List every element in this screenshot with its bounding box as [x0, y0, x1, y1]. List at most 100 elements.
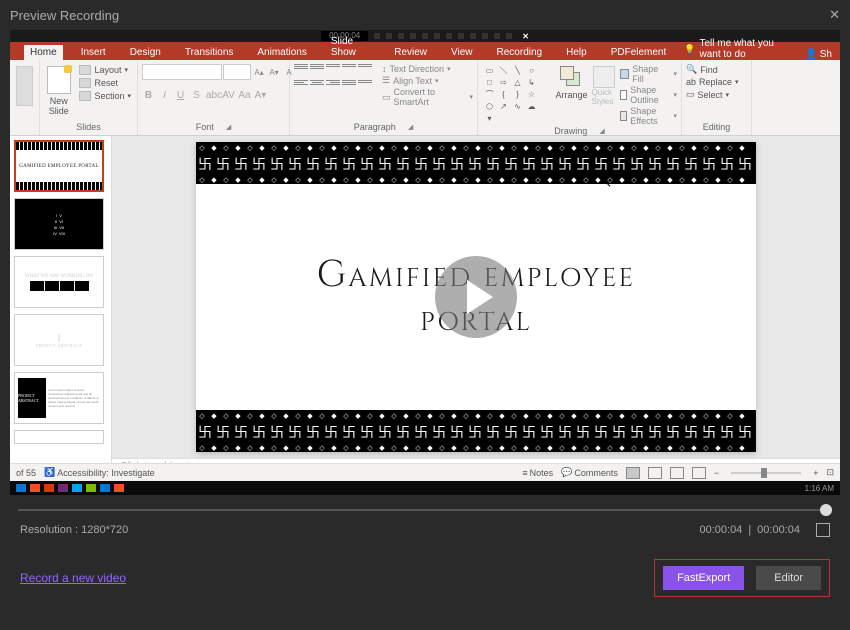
comments-button[interactable]: 💬Comments — [561, 467, 618, 478]
normal-view-icon[interactable] — [626, 467, 640, 479]
text-direction-button[interactable]: ↕Text Direction▾ — [382, 64, 473, 74]
tab-review[interactable]: Review — [388, 45, 433, 60]
shape-free-icon[interactable]: ∿ — [511, 101, 524, 112]
justify-button[interactable] — [342, 80, 356, 92]
taskbar-app-icon[interactable] — [72, 484, 82, 492]
tab-view[interactable]: View — [445, 45, 479, 60]
align-text-button[interactable]: ☰Align Text▾ — [382, 75, 473, 86]
numbering-button[interactable] — [310, 64, 324, 76]
taskbar-app-icon[interactable] — [44, 484, 54, 492]
tab-transitions[interactable]: Transitions — [179, 45, 240, 60]
thumbnail-6[interactable] — [14, 430, 104, 444]
shapes-gallery[interactable]: ▭ ＼ ╲ ○ □ ⇨ △ ↳ ⌒ { } ☆ ⬡ ↗ ∿ — [482, 64, 552, 125]
thumbnail-2[interactable]: IV IIVI IIIVII IVVIII — [14, 198, 104, 250]
thumbnail-4[interactable]: I PROJECT ABSTRACT — [14, 314, 104, 366]
reading-view-icon[interactable] — [670, 467, 684, 479]
accessibility-button[interactable]: ♿ Accessibility: Investigate — [44, 467, 155, 478]
char-spacing-button[interactable]: AV — [222, 90, 235, 101]
paste-icon[interactable] — [16, 66, 33, 106]
sorter-view-icon[interactable] — [648, 467, 662, 479]
shape-square-icon[interactable]: □ — [483, 77, 496, 88]
thumbnail-1[interactable]: GAMIFIED EMPLOYEE PORTAL — [14, 140, 104, 192]
shape-hexagon-icon[interactable]: ⬡ — [483, 101, 496, 112]
timeline-handle[interactable] — [820, 504, 832, 516]
shape-outline-button[interactable]: Shape Outline▾ — [620, 85, 677, 105]
editor-button[interactable]: Editor — [756, 566, 821, 590]
taskbar-app-icon[interactable] — [58, 484, 68, 492]
decrease-indent-button[interactable] — [326, 64, 340, 76]
paragraph-launcher-icon[interactable]: ◢ — [408, 123, 413, 131]
strikethrough-button[interactable]: S — [190, 90, 203, 101]
tab-home[interactable]: Home — [24, 45, 63, 60]
close-icon[interactable]: ✕ — [829, 7, 840, 23]
shape-rectangle-icon[interactable]: ▭ — [483, 65, 496, 76]
zoom-in-icon[interactable]: + — [813, 468, 818, 478]
fast-export-button[interactable]: FastExport — [663, 566, 744, 590]
shape-fill-button[interactable]: Shape Fill▾ — [620, 64, 677, 84]
select-button[interactable]: ▭Select▾ — [686, 89, 739, 100]
decrease-font-icon[interactable]: A▾ — [267, 65, 281, 79]
shape-effects-button[interactable]: Shape Effects▾ — [620, 106, 677, 126]
taskbar-app-icon[interactable] — [86, 484, 96, 492]
quick-styles-button[interactable]: Quick Styles — [592, 64, 616, 106]
drawing-launcher-icon[interactable]: ◢ — [599, 127, 604, 135]
new-slide-button[interactable]: New Slide — [44, 64, 73, 116]
play-button[interactable] — [435, 256, 517, 338]
align-left-button[interactable] — [294, 80, 308, 92]
shape-arrow2-icon[interactable]: ↗ — [497, 101, 510, 112]
shape-oval-icon[interactable]: ○ — [525, 65, 538, 76]
shape-triangle-icon[interactable]: △ — [511, 77, 524, 88]
shape-brace2-icon[interactable]: } — [511, 89, 524, 100]
replace-button[interactable]: abReplace▾ — [686, 77, 739, 87]
mini-player-close-icon[interactable]: ✕ — [522, 32, 529, 41]
taskbar-app-icon[interactable] — [100, 484, 110, 492]
tab-design[interactable]: Design — [124, 45, 167, 60]
tab-recording[interactable]: Recording — [491, 45, 549, 60]
taskbar-app-icon[interactable] — [30, 484, 40, 492]
shape-connector-icon[interactable]: ↳ — [525, 77, 538, 88]
tab-help[interactable]: Help — [560, 45, 593, 60]
find-button[interactable]: 🔍Find — [686, 64, 739, 75]
increase-font-icon[interactable]: A▴ — [252, 65, 266, 79]
fullscreen-icon[interactable] — [816, 523, 830, 537]
video-timeline[interactable] — [18, 509, 832, 511]
section-button[interactable]: Section▾ — [77, 90, 133, 102]
tab-pdfelement[interactable]: PDFelement — [605, 45, 673, 60]
font-family-input[interactable] — [142, 64, 222, 80]
taskbar-app-icon[interactable] — [16, 484, 26, 492]
bullets-button[interactable] — [294, 64, 308, 76]
shape-cloud-icon[interactable]: ☁ — [525, 101, 538, 112]
increase-indent-button[interactable] — [342, 64, 356, 76]
align-center-button[interactable] — [310, 80, 324, 92]
italic-button[interactable]: I — [158, 90, 171, 101]
notes-button[interactable]: ≡Notes — [522, 468, 553, 478]
slide-thumbnails[interactable]: GAMIFIED EMPLOYEE PORTAL IV IIVI IIIVII … — [10, 136, 112, 463]
zoom-out-icon[interactable]: − — [714, 468, 719, 478]
shadow-button[interactable]: abc — [206, 90, 219, 101]
fit-icon[interactable]: ⊡ — [826, 467, 834, 478]
tab-animations[interactable]: Animations — [251, 45, 312, 60]
columns-button[interactable] — [358, 80, 372, 92]
arrange-button[interactable]: Arrange — [556, 64, 588, 100]
reset-button[interactable]: Reset — [77, 77, 133, 89]
shape-brace-icon[interactable]: { — [497, 89, 510, 100]
thumbnail-5[interactable]: PROJECT ABSTRACT Lorem ipsum dolor sit a… — [14, 372, 104, 424]
shape-curve-icon[interactable]: ⌒ — [483, 89, 496, 100]
share-button[interactable]: 👤 Sh — [805, 49, 832, 60]
shape-line-icon[interactable]: ＼ — [497, 65, 510, 76]
shape-arrow-icon[interactable]: ⇨ — [497, 77, 510, 88]
thumbnail-3[interactable]: WHAT WE ARE WORKING ON — [14, 256, 104, 308]
change-case-button[interactable]: Aa — [238, 90, 251, 101]
shape-line2-icon[interactable]: ╲ — [511, 65, 524, 76]
font-color-button[interactable]: A▾ — [254, 90, 267, 101]
taskbar-app-icon[interactable] — [114, 484, 124, 492]
shapes-more-icon[interactable]: ▾ — [483, 113, 496, 124]
slideshow-view-icon[interactable] — [692, 467, 706, 479]
font-size-input[interactable] — [223, 64, 251, 80]
tell-me-search[interactable]: 💡 Tell me what you want to do — [684, 38, 793, 60]
zoom-slider[interactable] — [731, 472, 801, 474]
convert-smartart-button[interactable]: ▭Convert to SmartArt▾ — [382, 87, 473, 107]
tab-insert[interactable]: Insert — [75, 45, 112, 60]
bold-button[interactable]: B — [142, 90, 155, 101]
shape-star-icon[interactable]: ☆ — [525, 89, 538, 100]
